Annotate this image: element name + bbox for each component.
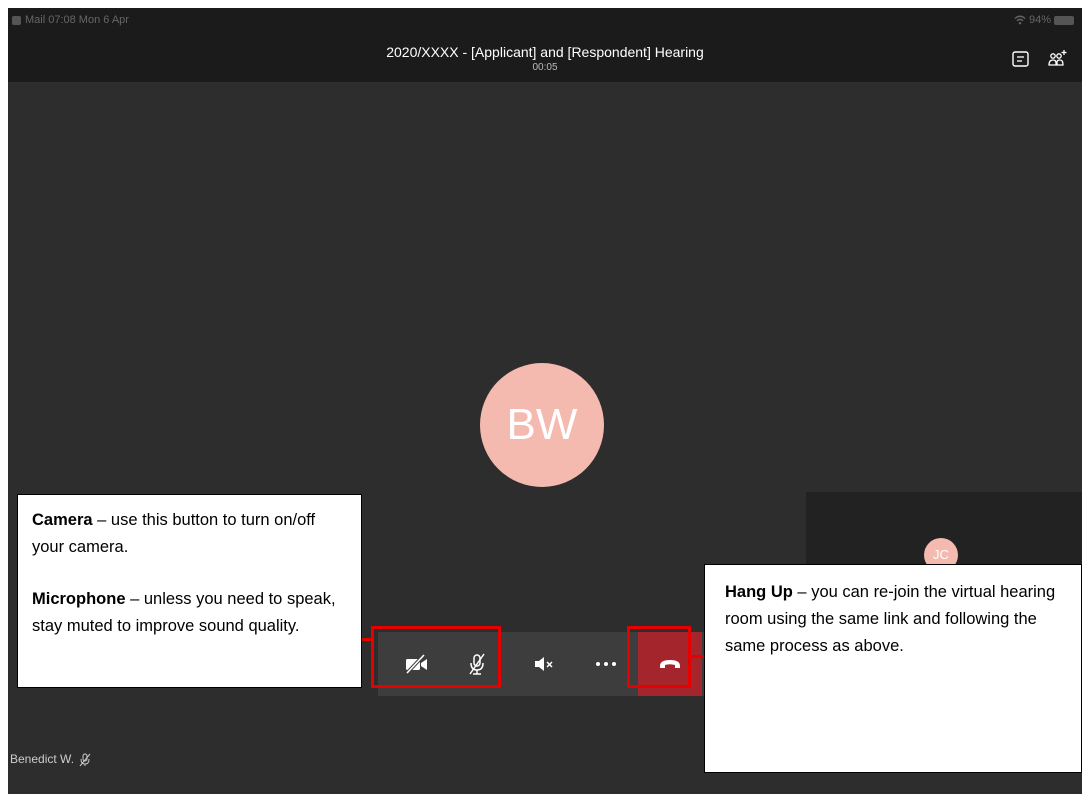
meeting-title: 2020/XXXX - [Applicant] and [Respondent]…: [386, 44, 704, 60]
participant-avatar-main: BW: [480, 363, 604, 487]
app-icon: [12, 15, 21, 25]
status-bar-right: 94%: [1014, 14, 1074, 26]
hang-up-highlight: [627, 626, 691, 688]
camera-mic-highlight: [371, 626, 501, 688]
camera-callout-text: Camera – use this button to turn on/off …: [32, 507, 347, 561]
mic-callout-title: Microphone: [32, 590, 126, 608]
speaker-muted-icon: [535, 657, 553, 671]
camera-callout-title: Camera: [32, 511, 93, 529]
hangup-callout-title: Hang Up: [725, 583, 793, 601]
more-icon: [596, 662, 616, 666]
wifi-icon: [1014, 15, 1026, 25]
battery-level: 94%: [1028, 14, 1051, 26]
mic-off-icon: [79, 753, 91, 767]
chat-icon[interactable]: [1010, 48, 1032, 70]
hang-up-callout: Hang Up – you can re-join the virtual he…: [704, 564, 1082, 773]
speaker-button[interactable]: [514, 632, 574, 696]
status-bar-left: Mail 07:08 Mon 6 Apr: [12, 14, 129, 26]
add-people-icon[interactable]: [1046, 48, 1068, 70]
battery-icon: [1054, 15, 1074, 25]
mic-callout-text: Microphone – unless you need to speak, s…: [32, 586, 347, 640]
meeting-timer: 00:05: [532, 62, 558, 73]
camera-microphone-callout: Camera – use this button to turn on/off …: [17, 494, 362, 688]
callout-connector-right: [690, 655, 704, 658]
self-participant-label: Benedict W.: [10, 752, 92, 767]
status-time: Mail 07:08 Mon 6 Apr: [25, 14, 129, 26]
hangup-callout-text: Hang Up – you can re-join the virtual he…: [725, 579, 1061, 660]
top-bar: Mail 07:08 Mon 6 Apr 94% 2020/XXXX - [Ap…: [8, 8, 1082, 82]
self-name: Benedict W.: [10, 752, 75, 766]
